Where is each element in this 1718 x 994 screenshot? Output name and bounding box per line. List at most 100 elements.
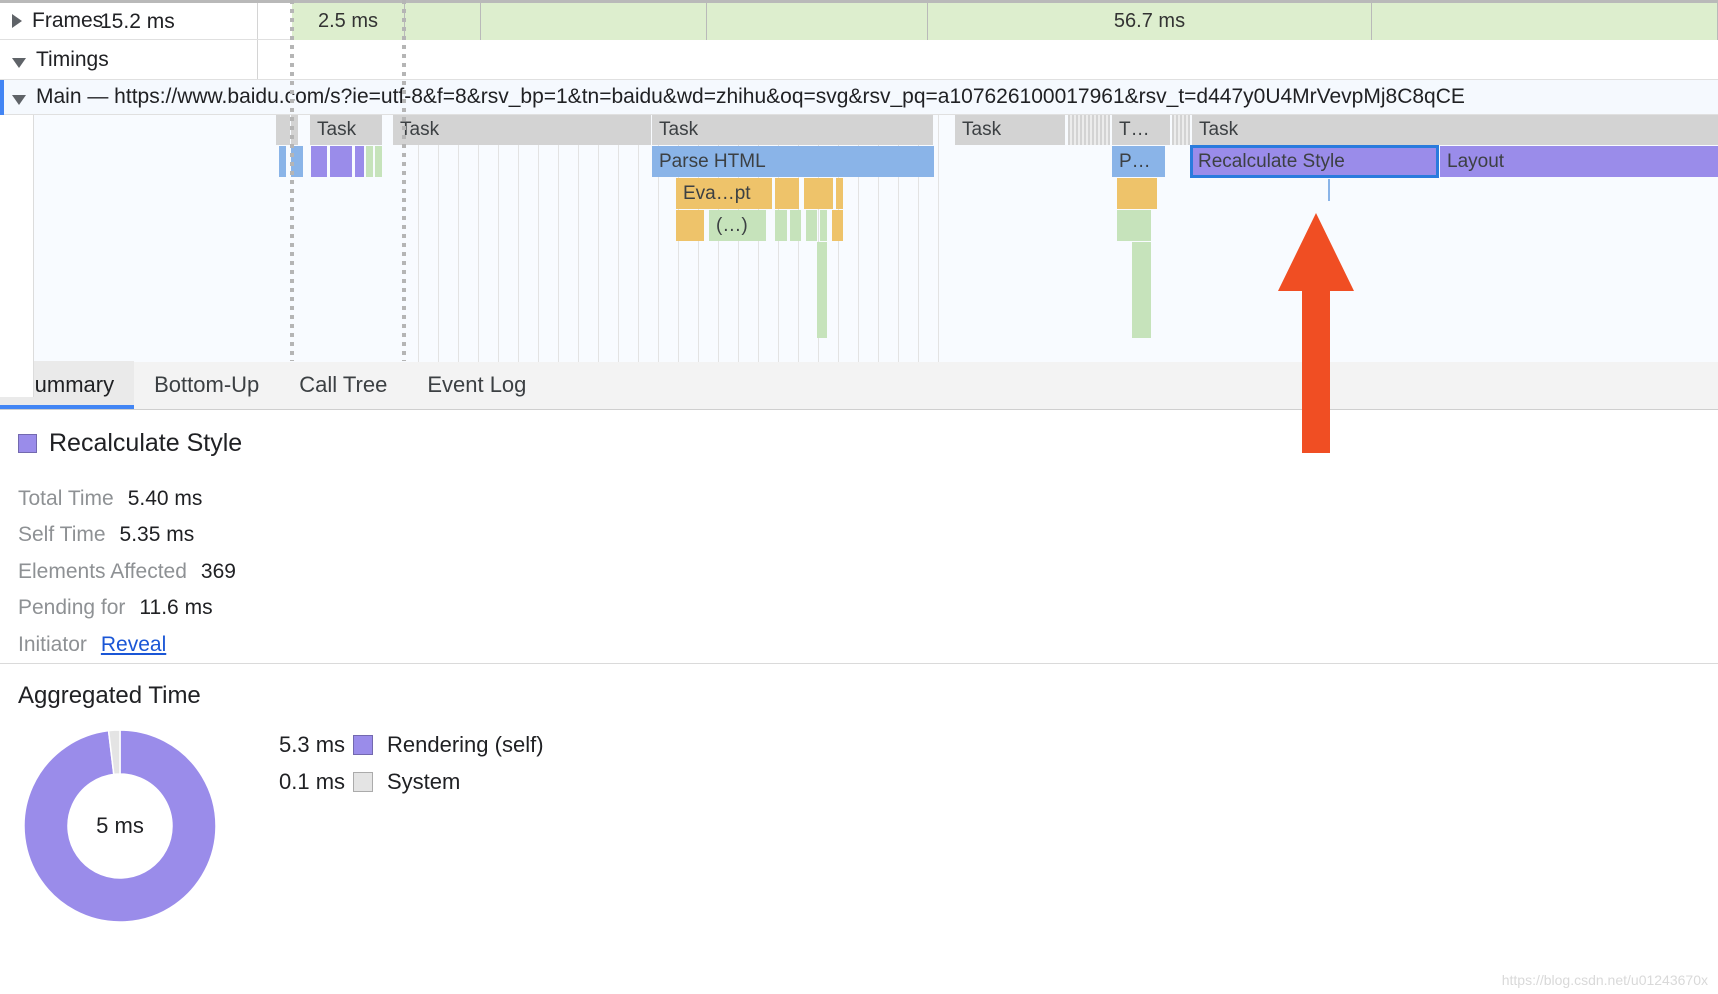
- flame-gridline: [578, 115, 579, 397]
- flame-bar-label: Task: [1199, 119, 1239, 140]
- tab-bottom-up[interactable]: Bottom-Up: [134, 361, 279, 409]
- flame-bar-event[interactable]: [832, 210, 843, 241]
- flame-bar-event[interactable]: [1132, 242, 1151, 274]
- flame-bar-task[interactable]: [1068, 115, 1110, 145]
- flame-bar-event[interactable]: [311, 146, 327, 177]
- legend-label: System: [387, 769, 461, 794]
- frame-segment[interactable]: [707, 3, 928, 40]
- track-timings-name: Timings: [36, 47, 109, 71]
- flame-bar-label: Task: [962, 119, 1002, 140]
- frames-inline-duration: 15.2 ms: [100, 9, 175, 33]
- flame-bar-event[interactable]: [1132, 306, 1151, 338]
- flame-bar-event[interactable]: [1117, 210, 1151, 241]
- details-tabbar[interactable]: Summary Bottom-Up Call Tree Event Log: [0, 361, 1718, 410]
- flame-bar-label: Recalculate Style: [1198, 150, 1345, 172]
- event-title-label: Recalculate Style: [49, 429, 243, 457]
- chevron-down-icon[interactable]: [12, 95, 26, 105]
- flame-bar-selected[interactable]: Recalculate Style: [1190, 145, 1439, 178]
- frame-segment[interactable]: [1372, 3, 1718, 40]
- flame-bar-task[interactable]: Task: [393, 115, 651, 145]
- flame-bar-event[interactable]: [330, 146, 352, 177]
- flame-bar-event[interactable]: (…): [709, 210, 766, 241]
- watermark: https://blog.csdn.net/u01243670x: [1501, 972, 1708, 988]
- frame-duration-label: 2.5 ms: [317, 10, 379, 32]
- flame-bar-label: Eva…pt: [683, 182, 751, 204]
- flame-bar-event[interactable]: Parse HTML: [652, 146, 934, 177]
- flame-bar-label: P…: [1119, 150, 1151, 172]
- flame-bar-event[interactable]: [806, 210, 817, 241]
- chevron-right-icon[interactable]: [12, 14, 22, 28]
- event-property-value: 5.40 ms: [127, 487, 203, 510]
- flame-bar-event[interactable]: [355, 146, 364, 177]
- flame-bar-event[interactable]: [790, 210, 801, 241]
- frame-segment[interactable]: [405, 3, 481, 40]
- track-timings[interactable]: Timings: [0, 40, 1718, 80]
- event-summary-section: Recalculate Style Total Time 5.40 ms Self …: [0, 411, 1718, 664]
- frame-segment[interactable]: 2.5 ms: [292, 3, 405, 40]
- event-color-swatch: [18, 434, 37, 453]
- flame-bar-task[interactable]: [1172, 115, 1190, 145]
- legend-label: Rendering (self): [387, 732, 544, 757]
- event-property-value: 11.6 ms: [139, 596, 213, 619]
- frame-segment[interactable]: 56.7 ms: [928, 3, 1372, 40]
- flame-bar-event[interactable]: [366, 146, 373, 177]
- flame-bar-event[interactable]: [820, 210, 827, 241]
- devtools-performance-panel: 2.5 ms 56.7 ms Frames 15.2 ms Timings Mai…: [0, 0, 1718, 994]
- legend-row: 5.3 ms Rendering (self): [279, 732, 544, 758]
- frame-segment[interactable]: [481, 3, 707, 40]
- tab-label: Bottom-Up: [154, 372, 260, 397]
- track-frames-label[interactable]: Frames: [0, 3, 103, 39]
- track-main[interactable]: Main — https://www.baidu.com/s?ie=utf-8&…: [0, 80, 1718, 115]
- flame-bar-task[interactable]: Task: [955, 115, 1065, 145]
- flame-bar-task[interactable]: T…: [1112, 115, 1170, 145]
- flame-bar-task[interactable]: Task: [310, 115, 382, 145]
- flame-bar-label: Task: [659, 119, 699, 140]
- track-main-url: Main — https://www.baidu.com/s?ie=utf-8&…: [36, 85, 1465, 108]
- flame-bar-event[interactable]: [775, 178, 799, 209]
- flame-gridline: [618, 115, 619, 397]
- tab-label: Event Log: [427, 372, 527, 397]
- flame-gridline: [438, 115, 439, 397]
- range-marker-left: [290, 0, 294, 361]
- flame-bar-event[interactable]: [775, 210, 787, 241]
- track-main-label[interactable]: Main — https://www.baidu.com/s?ie=utf-8&…: [0, 80, 1465, 114]
- flame-chart-canvas[interactable]: Task Task Task Task T… Task Parse HTML P… Recalc…: [0, 115, 1718, 397]
- flame-gridline: [418, 115, 419, 397]
- tab-event-log[interactable]: Event Log: [407, 361, 546, 409]
- flame-bar-event[interactable]: [817, 306, 827, 338]
- legend-color-swatch: [353, 772, 373, 792]
- timeline-flame-chart[interactable]: 2.5 ms 56.7 ms Frames 15.2 ms Timings Mai…: [0, 0, 1718, 398]
- aggregated-time-title: Aggregated Time: [18, 682, 201, 709]
- flame-bar-event[interactable]: [804, 178, 833, 209]
- flame-bar-event[interactable]: [1117, 178, 1157, 209]
- flame-bar-event[interactable]: [279, 146, 286, 177]
- flame-bar-event[interactable]: Layout: [1440, 146, 1718, 177]
- aggregated-time-section: Aggregated Time 5 ms 5.3 ms Rendering (se…: [0, 664, 1718, 994]
- flame-bar-task[interactable]: [276, 115, 290, 145]
- flame-bar-event[interactable]: [676, 210, 704, 241]
- flame-bar-event[interactable]: [836, 178, 843, 209]
- flame-gridline: [478, 115, 479, 397]
- frame-duration-label: 56.7 ms: [1113, 10, 1186, 32]
- tab-call-tree[interactable]: Call Tree: [279, 361, 407, 409]
- flame-bar-event[interactable]: [375, 146, 382, 177]
- chevron-down-icon[interactable]: [12, 57, 26, 68]
- track-timings-label[interactable]: Timings: [0, 40, 109, 79]
- event-property-row: Initiator Reveal: [18, 633, 166, 657]
- event-property-key: Total Time: [18, 487, 114, 510]
- event-property-key: Elements Affected: [18, 560, 187, 583]
- track-frames[interactable]: 2.5 ms 56.7 ms Frames 15.2 ms: [0, 3, 1718, 40]
- flame-bar-task[interactable]: Task: [652, 115, 933, 145]
- flame-bar-event[interactable]: [1132, 274, 1151, 306]
- flame-connector-line: [1328, 179, 1330, 201]
- flame-bar-task[interactable]: Task: [1192, 115, 1718, 145]
- flame-bar-event[interactable]: P…: [1112, 146, 1165, 177]
- flame-bar-event[interactable]: [817, 242, 827, 274]
- flame-gridline: [558, 115, 559, 397]
- flame-bar-label: T…: [1119, 119, 1150, 140]
- event-property-key: Self Time: [18, 523, 106, 546]
- donut-center-label: 5 ms: [96, 813, 144, 838]
- reveal-link[interactable]: Reveal: [101, 633, 166, 657]
- flame-bar-event[interactable]: [817, 274, 827, 306]
- flame-bar-event[interactable]: Eva…pt: [676, 178, 772, 209]
